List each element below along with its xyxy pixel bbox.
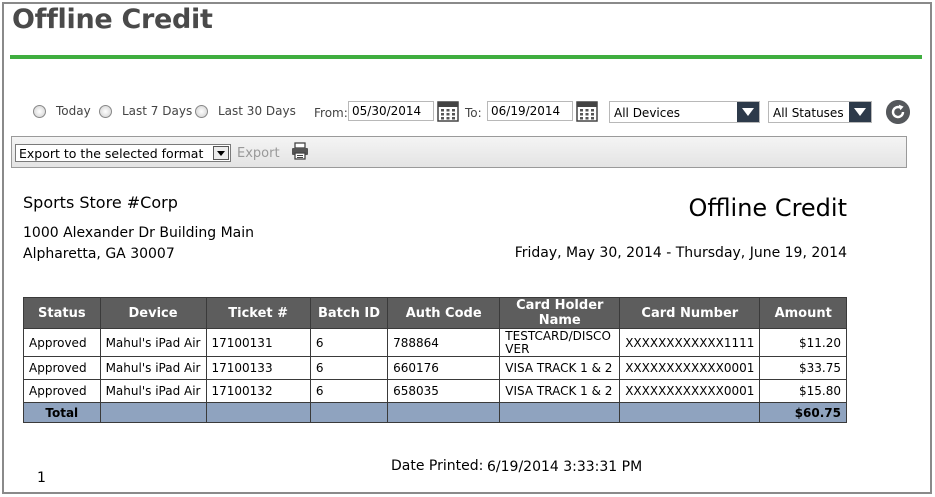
export-toolbar: Export to the selected format Export bbox=[11, 136, 907, 168]
radio-last-30-days[interactable]: Last 30 Days bbox=[195, 104, 296, 118]
address-line-2: Alpharetta, GA 30007 bbox=[23, 246, 175, 262]
table-cell: Approved bbox=[23, 356, 101, 380]
column-header: Card Number bbox=[619, 297, 761, 329]
table-cell: 17100131 bbox=[205, 328, 311, 357]
table-row: Approved Mahul's iPad Air 17100132 6 658… bbox=[23, 379, 847, 403]
calendar-icon[interactable] bbox=[576, 100, 598, 122]
table-cell bbox=[205, 402, 311, 423]
table-row: Approved Mahul's iPad Air 17100133 6 660… bbox=[23, 356, 847, 380]
table-cell bbox=[99, 402, 207, 423]
status-select[interactable]: All Statuses bbox=[768, 101, 872, 123]
radio-circle-icon[interactable] bbox=[195, 104, 208, 118]
date-printed-label: Date Printed: bbox=[391, 458, 484, 474]
column-header: Auth Code bbox=[387, 297, 501, 329]
table-cell: VISA TRACK 1 & 2 bbox=[499, 379, 621, 403]
radio-label-today: Today bbox=[56, 104, 91, 118]
export-button[interactable]: Export bbox=[237, 146, 280, 161]
table-cell: 6 bbox=[309, 328, 389, 357]
table-row: Approved Mahul's iPad Air 17100131 6 788… bbox=[23, 328, 847, 357]
table-cell: $15.80 bbox=[759, 379, 847, 403]
table-cell: 17100133 bbox=[205, 356, 311, 380]
status-select-value: All Statuses bbox=[773, 106, 844, 120]
table-cell: 6 bbox=[309, 379, 389, 403]
from-date-input[interactable]: 05/30/2014 bbox=[348, 101, 434, 121]
calendar-icon[interactable] bbox=[437, 100, 459, 122]
to-label: To: bbox=[465, 106, 482, 120]
address-line-1: 1000 Alexander Dr Building Main bbox=[23, 225, 255, 241]
chevron-down-icon[interactable] bbox=[737, 102, 759, 122]
table-cell bbox=[309, 402, 389, 423]
table-cell bbox=[499, 402, 621, 423]
radio-last-7-days[interactable]: Last 7 Days bbox=[99, 104, 192, 118]
table-cell bbox=[619, 402, 761, 423]
chevron-down-icon[interactable] bbox=[213, 146, 229, 160]
page-number: 1 bbox=[37, 470, 46, 486]
column-header: Card Holder Name bbox=[499, 297, 621, 329]
table-cell: 6 bbox=[309, 356, 389, 380]
table-cell: Mahul's iPad Air bbox=[99, 379, 207, 403]
title-divider bbox=[10, 55, 922, 59]
table-cell: $33.75 bbox=[759, 356, 847, 380]
table-cell: XXXXXXXXXXXX0001 bbox=[619, 356, 761, 380]
table-cell: Approved bbox=[23, 379, 101, 403]
column-header: Batch ID bbox=[309, 297, 389, 329]
table-cell: 658035 bbox=[387, 379, 501, 403]
report-title: Offline Credit bbox=[688, 194, 847, 222]
radio-circle-icon[interactable] bbox=[33, 104, 46, 118]
export-format-value: Export to the selected format bbox=[19, 146, 204, 161]
radio-today[interactable]: Today bbox=[33, 104, 91, 118]
date-printed-value: 6/19/2014 3:33:31 PM bbox=[487, 459, 643, 475]
table-cell: TESTCARD/DISCOVER bbox=[499, 328, 621, 357]
table-total-row: Total $60.75 bbox=[23, 402, 847, 423]
radio-label-last-7-days: Last 7 Days bbox=[122, 104, 193, 118]
table-cell: 660176 bbox=[387, 356, 501, 380]
company-name: Sports Store #Corp bbox=[23, 193, 178, 212]
column-header: Amount bbox=[759, 297, 847, 329]
table-cell bbox=[387, 402, 501, 423]
table-cell: VISA TRACK 1 & 2 bbox=[499, 356, 621, 380]
to-date-input[interactable]: 06/19/2014 bbox=[487, 101, 573, 121]
page-title: Offline Credit bbox=[12, 4, 213, 35]
table-cell: Mahul's iPad Air bbox=[99, 328, 207, 357]
report-table: Status Device Ticket # Batch ID Auth Cod… bbox=[23, 297, 847, 423]
refresh-icon[interactable] bbox=[886, 100, 910, 124]
total-label: Total bbox=[23, 402, 101, 423]
column-header: Ticket # bbox=[205, 297, 311, 329]
table-cell: 17100132 bbox=[205, 379, 311, 403]
export-format-select[interactable]: Export to the selected format bbox=[15, 144, 231, 162]
total-amount: $60.75 bbox=[759, 402, 847, 423]
table-cell: Mahul's iPad Air bbox=[99, 356, 207, 380]
table-cell: Approved bbox=[23, 328, 101, 357]
device-select[interactable]: All Devices bbox=[609, 101, 760, 123]
column-header: Device bbox=[99, 297, 207, 329]
printer-icon[interactable] bbox=[291, 142, 309, 160]
from-label: From: bbox=[314, 106, 348, 120]
table-cell: 788864 bbox=[387, 328, 501, 357]
filter-bar: Today Last 7 Days Last 30 Days From: 05/… bbox=[0, 98, 935, 126]
radio-circle-icon[interactable] bbox=[99, 104, 112, 118]
report-date-range: Friday, May 30, 2014 - Thursday, June 19… bbox=[514, 245, 847, 261]
device-select-value: All Devices bbox=[614, 106, 680, 120]
table-cell: XXXXXXXXXXXX0001 bbox=[619, 379, 761, 403]
table-header-row: Status Device Ticket # Batch ID Auth Cod… bbox=[23, 297, 847, 329]
table-cell: XXXXXXXXXXXX1111 bbox=[619, 328, 761, 357]
column-header: Status bbox=[23, 297, 101, 329]
chevron-down-icon[interactable] bbox=[849, 102, 871, 122]
table-cell: $11.20 bbox=[759, 328, 847, 357]
radio-label-last-30-days: Last 30 Days bbox=[218, 104, 296, 118]
